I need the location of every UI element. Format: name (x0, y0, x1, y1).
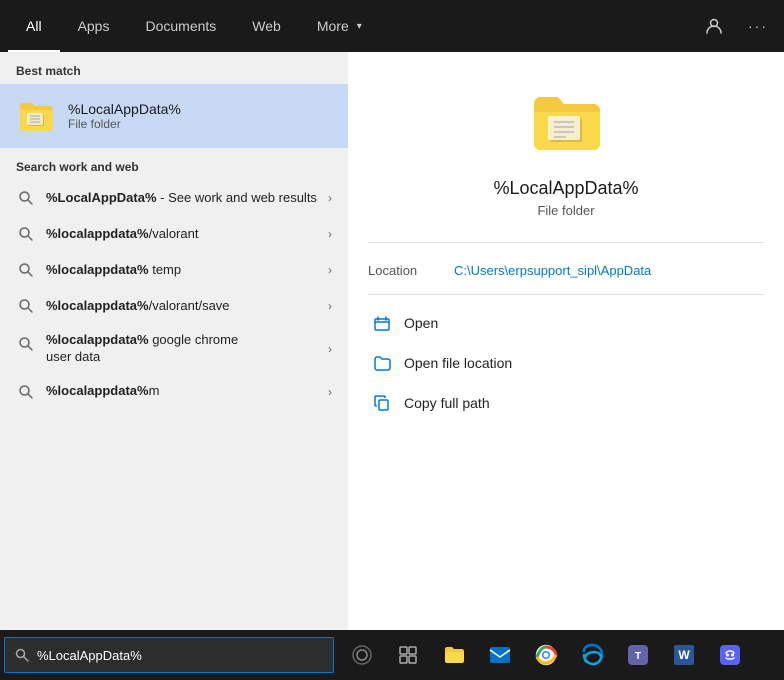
best-match-item[interactable]: %LocalAppData% File folder (0, 84, 348, 148)
taskbar-task-view-button[interactable] (386, 633, 430, 677)
taskbar-file-explorer[interactable] (432, 633, 476, 677)
chrome-icon (534, 643, 558, 667)
copy-full-path-icon (372, 393, 392, 413)
nav-tabs: All Apps Documents Web More ▾ (8, 0, 380, 52)
search-result-text-4: %localappdata%/valorant/save (46, 298, 318, 315)
search-icon-2 (16, 224, 36, 244)
best-match-text: %LocalAppData% File folder (68, 101, 181, 131)
person-icon-button[interactable] (696, 8, 732, 44)
open-file-location-icon (372, 353, 392, 373)
taskbar-outlook[interactable] (478, 633, 522, 677)
search-icon-6 (16, 382, 36, 402)
left-panel: Best match %LocalAppData% (0, 52, 348, 630)
app-title: %LocalAppData% (493, 178, 638, 199)
taskbar-search-value: %LocalAppData% (37, 648, 142, 663)
app-type: File folder (537, 203, 594, 218)
search-icon-1 (16, 188, 36, 208)
search-result-4[interactable]: %localappdata%/valorant/save › (0, 288, 348, 324)
search-icon-4 (16, 296, 36, 316)
taskbar-edge[interactable] (570, 633, 614, 677)
search-icon-5 (16, 334, 36, 354)
location-row: Location C:\Users\erpsupport_sipl\AppDat… (368, 259, 764, 294)
search-result-text-6: %localappdata%m (46, 383, 318, 400)
chevron-icon-3: › (328, 263, 332, 277)
best-match-title: %LocalAppData% (68, 101, 181, 117)
taskbar-search-icon (15, 648, 29, 662)
location-path-link[interactable]: C:\Users\erpsupport_sipl\AppData (454, 263, 651, 278)
outlook-icon (488, 643, 512, 667)
search-result-text-2: %localappdata%/valorant (46, 226, 318, 243)
taskbar-word[interactable]: W (662, 633, 706, 677)
file-explorer-icon (442, 643, 466, 667)
best-match-label: Best match (0, 52, 348, 84)
search-work-label: Search work and web (0, 148, 348, 180)
taskbar: %LocalAppData% (0, 630, 784, 680)
open-label: Open (404, 315, 438, 331)
taskbar-discord[interactable] (708, 633, 752, 677)
chevron-icon-4: › (328, 299, 332, 313)
chevron-icon-5: › (328, 342, 332, 356)
top-navigation: All Apps Documents Web More ▾ ··· (0, 0, 784, 52)
word-icon: W (672, 643, 696, 667)
open-file-location-label: Open file location (404, 355, 512, 371)
best-match-subtitle: File folder (68, 117, 181, 131)
cortana-icon (351, 644, 373, 666)
right-panel: %LocalAppData% File folder Location C:\U… (348, 52, 784, 630)
taskbar-search-box[interactable]: %LocalAppData% (4, 637, 334, 673)
task-view-icon (398, 645, 418, 665)
open-file-location-button[interactable]: Open file location (368, 343, 764, 383)
discord-icon (718, 643, 742, 667)
open-icon (372, 313, 392, 333)
search-result-1[interactable]: %LocalAppData% - See work and web result… (0, 180, 348, 216)
tab-apps[interactable]: Apps (60, 0, 128, 52)
info-divider (368, 242, 764, 243)
chevron-icon-1: › (328, 191, 332, 205)
search-result-text-3: %localappdata% temp (46, 262, 318, 279)
taskbar-search-button[interactable] (340, 633, 384, 677)
teams-icon: T (626, 643, 650, 667)
edge-icon (580, 643, 604, 667)
action-divider (368, 294, 764, 295)
search-result-2[interactable]: %localappdata%/valorant › (0, 216, 348, 252)
location-label: Location (368, 263, 438, 278)
search-result-text-1: %LocalAppData% - See work and web result… (46, 190, 318, 207)
search-icon-3 (16, 260, 36, 280)
svg-text:T: T (635, 651, 641, 662)
search-result-6[interactable]: %localappdata%m › (0, 374, 348, 410)
nav-action-icons: ··· (696, 8, 776, 44)
copy-full-path-button[interactable]: Copy full path (368, 383, 764, 423)
chevron-down-icon: ▾ (357, 21, 362, 32)
taskbar-teams[interactable]: T (616, 633, 660, 677)
folder-icon (16, 96, 56, 136)
app-large-folder-icon (526, 82, 606, 162)
tab-more[interactable]: More ▾ (299, 0, 380, 52)
chevron-icon-6: › (328, 385, 332, 399)
svg-text:W: W (678, 648, 690, 662)
tab-web[interactable]: Web (234, 0, 299, 52)
search-result-5[interactable]: %localappdata% google chromeuser data › (0, 324, 348, 374)
more-options-button[interactable]: ··· (740, 8, 776, 44)
tab-all[interactable]: All (8, 0, 60, 52)
copy-full-path-label: Copy full path (404, 395, 490, 411)
tab-documents[interactable]: Documents (127, 0, 234, 52)
main-content: Best match %LocalAppData% (0, 52, 784, 630)
open-button[interactable]: Open (368, 303, 764, 343)
taskbar-chrome[interactable] (524, 633, 568, 677)
search-result-text-5: %localappdata% google chromeuser data (46, 332, 318, 366)
chevron-icon-2: › (328, 227, 332, 241)
search-result-3[interactable]: %localappdata% temp › (0, 252, 348, 288)
